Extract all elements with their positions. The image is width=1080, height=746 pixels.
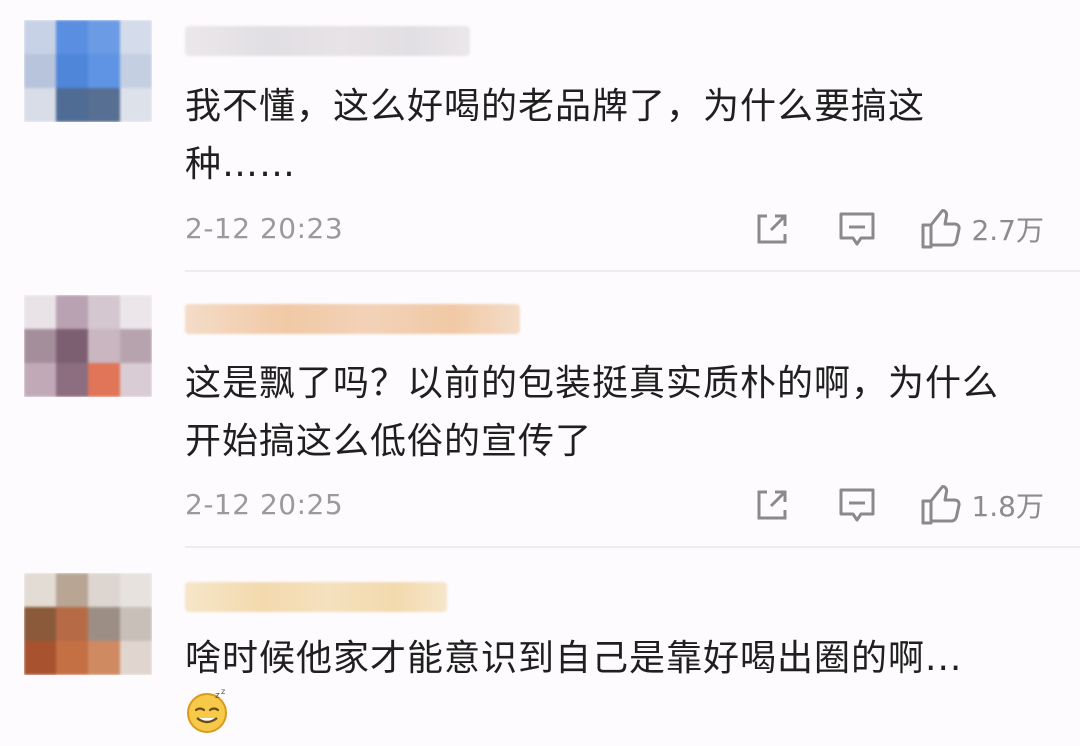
comment-text: 我不懂，这么好喝的老品牌了，为什么要搞这 种…… [185,78,1045,194]
avatar[interactable] [24,573,152,675]
comment-text-line: 啥时候他家才能意识到自己是靠好喝出圈的啊... [185,638,963,679]
avatar-pixel [88,607,120,641]
avatar-pixel [24,573,56,607]
avatar-pixel [88,329,120,363]
avatar-pixel [24,54,56,88]
comment-meta: 2-12 20:23 2.7万 [185,204,1044,254]
share-icon [757,214,787,244]
avatar-pixel [88,573,120,607]
like-count: 2.7万 [971,214,1044,247]
avatar-pixel [24,295,56,329]
share-button[interactable] [753,210,791,248]
avatar[interactable] [24,295,152,397]
comment-text-line: 这是飘了吗？以前的包装挺真实质朴的啊，为什么 [185,363,1000,404]
share-icon [757,490,787,520]
avatar-mosaic [24,295,152,397]
avatar-pixel [24,20,56,54]
sleepy-emoji-icon: z z [187,688,227,733]
comment-time: 2-12 20:25 [185,488,344,521]
avatar-pixel [120,573,152,607]
avatar-pixel [24,88,56,122]
avatar-pixel [56,573,88,607]
comment-actions: 1.8万 [753,480,1044,530]
avatar-pixel [120,607,152,641]
comment-icon [839,212,875,246]
avatar-pixel [56,88,88,122]
avatar-pixel [120,363,152,397]
avatar-pixel [56,607,88,641]
username-blurred[interactable] [185,304,520,334]
avatar-pixel [88,20,120,54]
avatar-pixel [56,295,88,329]
svg-text:z: z [221,688,225,696]
avatar-mosaic [24,573,152,675]
username-blurred[interactable] [185,26,470,56]
avatar-pixel [56,329,88,363]
like-count: 1.8万 [971,490,1044,523]
comment-text: 这是飘了吗？以前的包装挺真实质朴的啊，为什么 开始搞这么低俗的宣传了 [185,355,1045,471]
avatar-pixel [24,607,56,641]
divider [185,270,1080,272]
reply-button[interactable] [837,485,877,525]
avatar-pixel [120,88,152,122]
avatar-pixel [56,363,88,397]
avatar-pixel [88,88,120,122]
comment-text: 啥时候他家才能意识到自己是靠好喝出圈的啊... [185,630,1045,688]
avatar-pixel [56,20,88,54]
comment-text-line: 我不懂，这么好喝的老品牌了，为什么要搞这 [185,86,926,127]
avatar-pixel [88,295,120,329]
comment-time: 2-12 20:23 [185,212,344,245]
comment-meta: 2-12 20:25 1.8万 [185,480,1044,530]
avatar-pixel [120,20,152,54]
comment-text-line: 开始搞这么低俗的宣传了 [185,421,593,462]
comment-icon [839,488,875,522]
comment-actions: 2.7万 [753,204,1044,254]
thumbs-up-icon [921,485,962,525]
like-button[interactable]: 1.8万 [919,483,1044,527]
avatar-pixel [88,363,120,397]
comment-text-line: 种…… [185,144,297,185]
share-button[interactable] [753,486,791,524]
avatar-pixel [56,641,88,675]
avatar-pixel [24,641,56,675]
avatar-pixel [24,329,56,363]
avatar-pixel [120,641,152,675]
like-button[interactable]: 2.7万 [919,207,1044,251]
thumbs-up-icon [921,209,962,249]
avatar-pixel [24,363,56,397]
avatar-mosaic [24,20,152,122]
svg-text:z: z [215,691,220,701]
avatar-pixel [120,295,152,329]
avatar-pixel [120,329,152,363]
avatar-pixel [56,54,88,88]
reply-button[interactable] [837,209,877,249]
divider [185,546,1080,548]
avatar-pixel [120,54,152,88]
avatar-pixel [88,54,120,88]
username-blurred[interactable] [185,582,447,612]
avatar[interactable] [24,20,152,122]
avatar-pixel [88,641,120,675]
